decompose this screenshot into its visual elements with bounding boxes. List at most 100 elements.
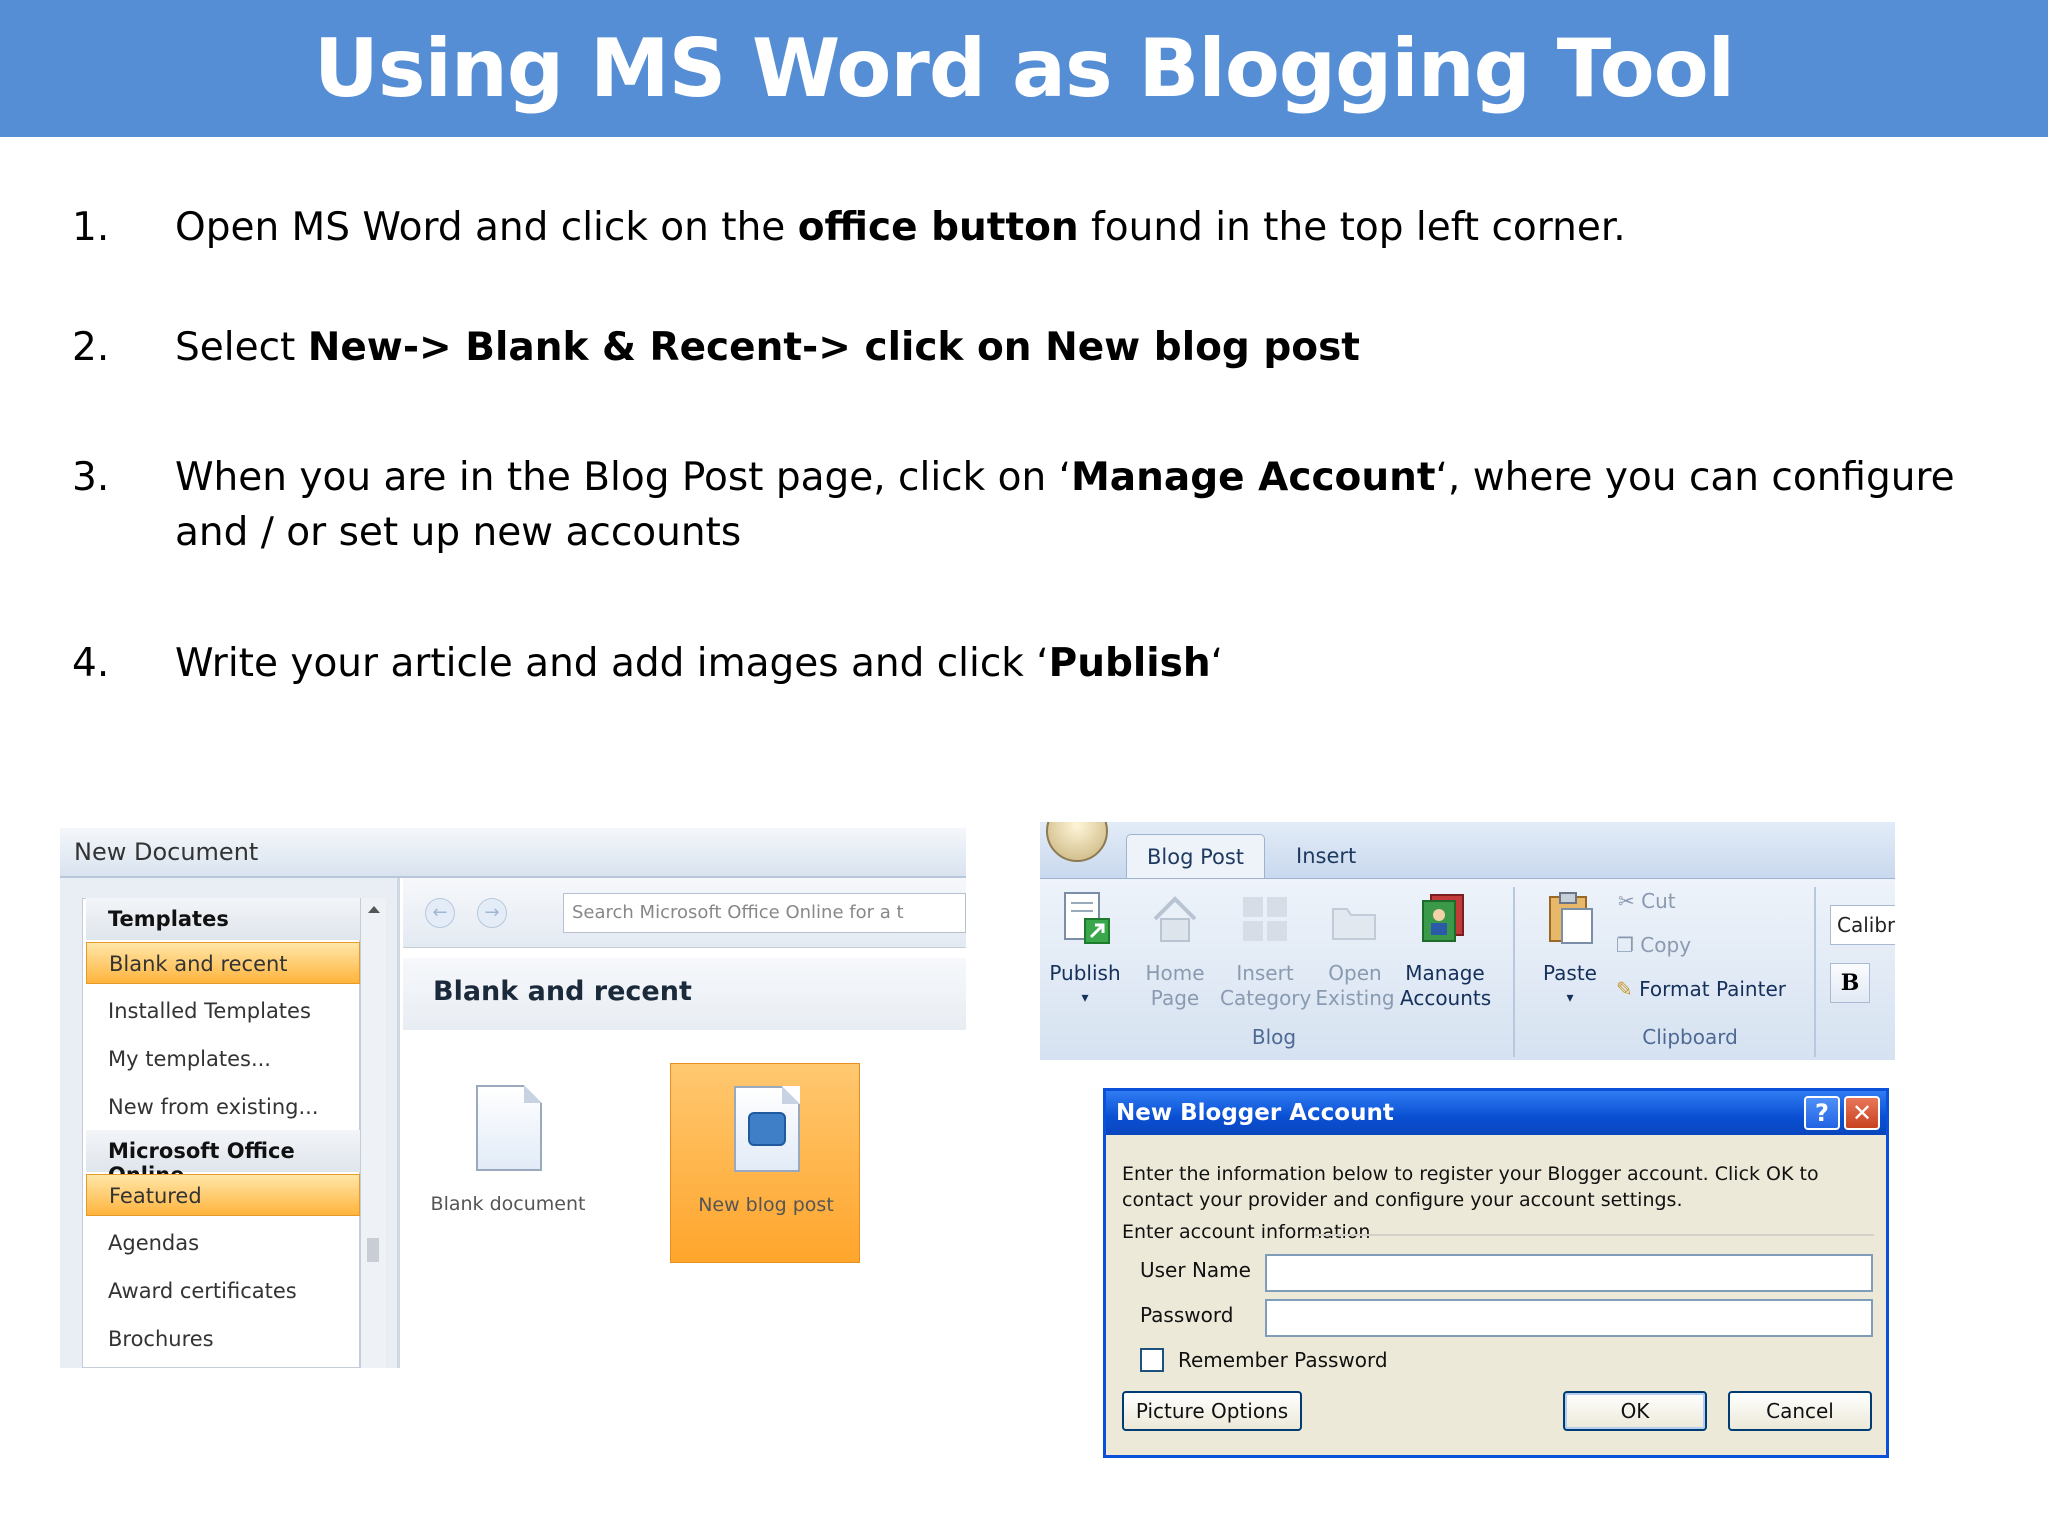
manage-accounts-label-1: Manage [1405, 961, 1485, 985]
sidebar-header-templates: Templates [86, 898, 360, 940]
new-blog-post-tile[interactable]: New blog post [670, 1063, 860, 1263]
open-existing-button[interactable]: Open Existing [1310, 889, 1400, 1019]
copy-label: Copy [1640, 933, 1692, 957]
user-name-field[interactable] [1265, 1254, 1873, 1292]
manage-accounts-button[interactable]: Manage Accounts [1400, 889, 1492, 1019]
picture-options-button[interactable]: Picture Options [1122, 1391, 1302, 1431]
sidebar-item-agendas[interactable]: Agendas [86, 1222, 360, 1264]
step-text-part: Write your article and add images and cl… [175, 641, 1049, 686]
office-button-icon[interactable] [1046, 822, 1108, 862]
close-icon[interactable]: ✕ [1844, 1096, 1880, 1130]
slide-title-bar: Using MS Word as Blogging Tool [0, 0, 2048, 137]
blank-document-tile[interactable]: Blank document [413, 1063, 603, 1263]
step-text-part: Open MS Word and click on the [175, 205, 798, 250]
bold-button[interactable]: B [1830, 963, 1870, 1003]
sidebar-item-new-from-existing[interactable]: New from existing... [86, 1086, 360, 1128]
step-text-part: ‘ [1210, 641, 1224, 686]
tab-insert[interactable]: Insert [1276, 834, 1376, 878]
step-text-part: When you are in the Blog Post page, clic… [175, 455, 1071, 500]
step-number: 3. [72, 455, 110, 500]
paste-button[interactable]: Paste ▾ [1525, 889, 1615, 1019]
blank-document-icon [476, 1085, 542, 1171]
insert-category-label-2: Category [1220, 986, 1312, 1010]
help-icon[interactable]: ? [1804, 1096, 1840, 1130]
home-page-button[interactable]: Home Page [1130, 889, 1220, 1019]
step-text-bold: office button [797, 205, 1079, 250]
sidebar-item-my-templates[interactable]: My templates... [86, 1038, 360, 1080]
step-text: Open MS Word and click on the office but… [175, 200, 2015, 255]
sidebar-item-brochures[interactable]: Brochures [86, 1318, 360, 1360]
template-main-pane: ← → Search Microsoft Office Online for a… [403, 878, 966, 1368]
step-text: Write your article and add images and cl… [175, 636, 2015, 691]
home-page-label-1: Home [1145, 961, 1205, 985]
format-painter-label: Format Painter [1639, 977, 1786, 1001]
home-page-label-2: Page [1150, 986, 1200, 1010]
tab-blog-post[interactable]: Blog Post [1126, 834, 1266, 878]
publish-button[interactable]: Publish ▾ [1040, 889, 1130, 1019]
remember-password-label[interactable]: Remember Password [1178, 1348, 1388, 1372]
cancel-button[interactable]: Cancel [1728, 1391, 1872, 1431]
open-existing-label-2: Existing [1315, 986, 1395, 1010]
new-document-title: New Document [60, 828, 966, 878]
dropdown-arrow: ▾ [1566, 990, 1574, 1006]
clipboard-group-label: Clipboard [1642, 1025, 1738, 1049]
dropdown-arrow: ▾ [1081, 990, 1089, 1006]
step-number: 1. [72, 205, 110, 250]
scissors-icon: ✂ [1618, 889, 1642, 913]
scroll-thumb[interactable] [367, 1238, 379, 1262]
new-blogger-account-dialog: New Blogger Account ? ✕ Enter the inform… [1103, 1088, 1889, 1458]
back-arrow-icon[interactable]: ← [425, 898, 455, 928]
sidebar-item-blank-and-recent[interactable]: Blank and recent [86, 942, 360, 984]
section-divider [1314, 1234, 1874, 1236]
new-document-screenshot: New Document Templates Blank and recent … [60, 828, 966, 1368]
publish-label: Publish [1049, 961, 1121, 985]
ribbon-screenshot: Blog Post Insert Publish ▾ Home Page Ins… [1040, 822, 1895, 1060]
step-text: Select New-> Blank & Recent-> click on N… [175, 320, 2015, 375]
copy-icon: ❐ [1616, 933, 1641, 957]
sidebar-item-installed-templates[interactable]: Installed Templates [86, 990, 360, 1032]
manage-accounts-icon [1422, 894, 1464, 942]
step-text-bold: Manage Account [1070, 455, 1436, 500]
remember-password-checkbox[interactable] [1140, 1348, 1164, 1372]
folder-open-icon [1332, 908, 1376, 940]
ribbon-tab-strip: Blog Post Insert [1040, 822, 1895, 878]
manage-accounts-label-2: Accounts [1400, 986, 1492, 1010]
step-text-bold: New-> Blank & Recent-> click on New blog… [307, 325, 1360, 370]
font-name-box[interactable]: Calibr [1830, 905, 1895, 945]
password-field[interactable] [1265, 1299, 1873, 1337]
copy-button[interactable]: ❐ Copy [1616, 933, 1691, 957]
blog-group-label: Blog [1251, 1025, 1297, 1049]
ok-button[interactable]: OK [1563, 1391, 1707, 1431]
password-label: Password [1140, 1303, 1234, 1327]
tile-label: Blank document [430, 1193, 586, 1215]
cut-button[interactable]: ✂ Cut [1618, 889, 1676, 913]
insert-category-label-1: Insert [1236, 961, 1294, 985]
dialog-titlebar: New Blogger Account [1106, 1091, 1886, 1135]
group-separator [1814, 887, 1816, 1057]
dialog-title: New Blogger Account [1116, 1100, 1394, 1126]
cut-label: Cut [1641, 889, 1676, 913]
sidebar-item-featured[interactable]: Featured [86, 1174, 360, 1216]
clipboard-icon [1549, 892, 1593, 944]
blog-post-icon [734, 1086, 800, 1172]
user-name-label: User Name [1140, 1258, 1251, 1282]
step-number: 4. [72, 641, 110, 686]
format-painter-button[interactable]: ✎ Format Painter [1616, 977, 1786, 1001]
paste-label: Paste [1543, 961, 1597, 985]
step-text-bold: Publish [1048, 641, 1211, 686]
category-icon [1243, 897, 1287, 941]
paintbrush-icon: ✎ [1616, 977, 1640, 1001]
template-search-input[interactable]: Search Microsoft Office Online for a t [563, 893, 966, 933]
insert-category-button[interactable]: Insert Category [1220, 889, 1312, 1019]
template-toolbar: ← → Search Microsoft Office Online for a… [403, 878, 966, 948]
sidebar-item-award-certificates[interactable]: Award certificates [86, 1270, 360, 1312]
step-text-part: Select [175, 325, 308, 370]
sidebar-scrollbar[interactable] [360, 898, 386, 1368]
scroll-up-icon[interactable] [368, 906, 380, 913]
home-icon [1153, 896, 1197, 942]
forward-arrow-icon[interactable]: → [477, 898, 507, 928]
step-text: When you are in the Blog Post page, clic… [175, 450, 2015, 560]
sidebar-header-office-online: Microsoft Office Online [86, 1130, 360, 1187]
open-existing-label-1: Open [1328, 961, 1382, 985]
tile-label: New blog post [698, 1194, 834, 1216]
